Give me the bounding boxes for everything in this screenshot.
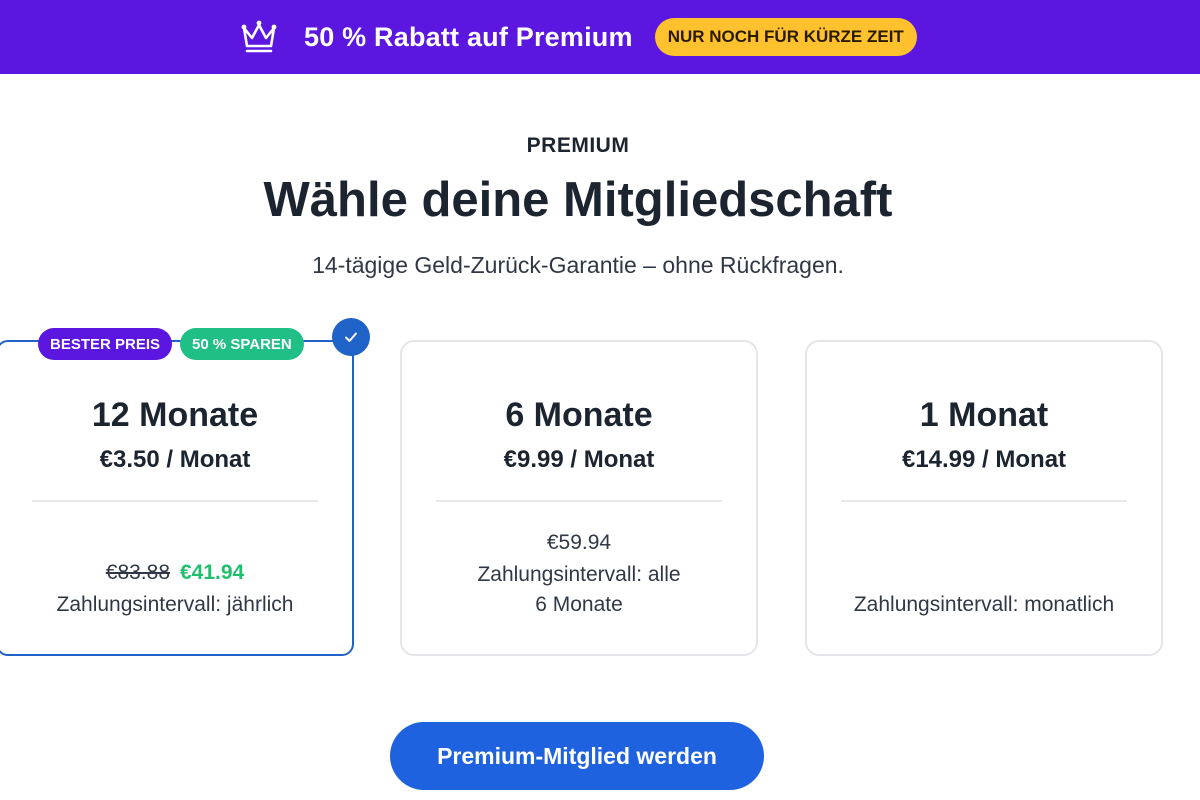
plan-monthly-rate: €14.99 / Monat [901,446,1067,473]
plan-name: 6 Monate [505,396,653,434]
promo-timer-pill: NUR NOCH FÜR KÜRZE ZEIT [654,18,917,56]
selected-check-icon [332,318,370,356]
card-divider [32,500,318,502]
plan-monthly-rate: €9.99 / Monat [503,446,655,473]
plan-price-comparison: €83.88 €41.94 [0,558,352,588]
billing-interval: Zahlungsintervall: alle [477,563,681,586]
promo-banner: 50 % Rabatt auf Premium NUR NOCH FÜR KÜR… [0,0,1200,74]
plan-name: 12 Monate [91,396,259,434]
card-divider [436,500,722,502]
page-title: Wähle deine Mitgliedschaft [263,173,893,227]
plan-card-1-month[interactable]: 1 Monat €14.99 / Monat Zahlungsintervall… [805,340,1163,656]
plan-card-12-months[interactable]: BESTER PREIS 50 % SPAREN 12 Monate €3.50… [0,318,370,656]
promo-text: 50 % Rabatt auf Premium [304,21,633,52]
best-price-badge: BESTER PREIS [38,328,173,360]
page-eyebrow: PREMIUM [526,134,630,157]
original-price: €83.88 [105,561,170,584]
savings-badge: 50 % SPAREN [180,328,304,360]
become-premium-button[interactable]: Premium-Mitglied werden [390,722,764,790]
crown-icon [241,20,277,53]
plan-total-price: €59.94 [546,531,612,554]
discounted-price: €41.94 [180,561,245,584]
plan-name: 1 Monat [919,396,1049,434]
promo-content: 50 % Rabatt auf Premium NUR NOCH FÜR KÜR… [240,0,917,74]
page-subtitle: 14-tägige Geld-Zurück-Garantie – ohne Rü… [312,252,844,278]
card-divider [841,500,1127,502]
billing-interval: Zahlungsintervall: jährlich [56,593,294,616]
billing-interval: Zahlungsintervall: monatlich [853,593,1115,616]
billing-interval-continued: 6 Monate [535,593,623,616]
plan-monthly-rate: €3.50 / Monat [99,446,251,473]
plan-card-6-months[interactable]: 6 Monate €9.99 / Monat €59.94 Zahlungsin… [400,340,758,656]
